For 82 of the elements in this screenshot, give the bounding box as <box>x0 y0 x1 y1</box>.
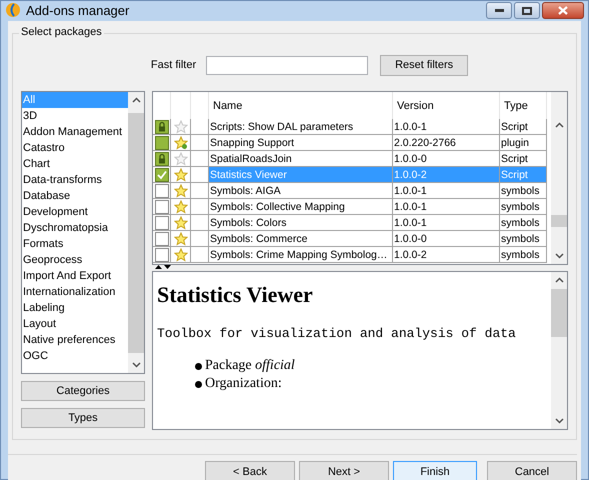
category-item[interactable]: Layout <box>22 316 128 332</box>
table-cell: 1.0.0-0 <box>393 231 500 247</box>
table-cell: Symbols: Commerce <box>209 231 393 247</box>
checkbox[interactable] <box>154 136 168 150</box>
scroll-down-icon[interactable] <box>132 362 140 368</box>
table-cell: Statistics Viewer <box>209 167 393 183</box>
checkbox[interactable] <box>154 184 168 198</box>
scroll-up-icon[interactable] <box>554 122 564 128</box>
table-cell: Symbols: Collective Mapping <box>209 199 393 215</box>
category-item[interactable]: Database <box>22 188 128 204</box>
table-cell: Symbols: Colors <box>209 215 393 231</box>
table-cell: Symbols: Crime Mapping Symbolog… <box>209 247 393 263</box>
table-cell: plugin <box>500 135 547 151</box>
category-item[interactable]: Native preferences <box>22 332 128 348</box>
scrollbar-thumb[interactable] <box>128 112 144 352</box>
group-title: Select packages <box>19 26 104 38</box>
scrollbar-thumb[interactable] <box>551 289 567 337</box>
table-cell: 1.0.0-1 <box>393 215 500 231</box>
close-button[interactable] <box>542 2 584 19</box>
table-cell: 1.0.0-1 <box>393 183 500 199</box>
filter-label: Fast filter <box>150 59 196 71</box>
wizard-button[interactable]: Finish <box>393 461 477 480</box>
checkbox[interactable] <box>154 232 168 246</box>
close-icon <box>558 6 568 15</box>
checkbox[interactable] <box>154 168 168 182</box>
bullet-icon <box>195 362 202 370</box>
wizard-button[interactable]: Next > <box>299 461 389 480</box>
table-cell: symbols <box>500 247 547 263</box>
checkbox[interactable] <box>154 200 168 214</box>
minimize-icon <box>494 9 504 12</box>
category-item[interactable]: Data-transforms <box>22 172 128 188</box>
category-item[interactable]: Addon Management <box>22 124 128 140</box>
minimize-button[interactable] <box>486 2 512 19</box>
checkbox[interactable] <box>154 248 168 262</box>
description-heading: Statistics Viewer <box>157 282 314 308</box>
checkbox[interactable] <box>154 152 168 166</box>
table-cell: Snapping Support <box>209 135 393 151</box>
table-cell: Script <box>500 167 547 183</box>
table-cell: 1.0.0-1 <box>393 199 500 215</box>
table-cell: symbols <box>500 183 547 199</box>
table-cell: Script <box>500 119 547 135</box>
restore-icon <box>522 6 532 14</box>
scroll-down-icon[interactable] <box>554 253 564 259</box>
category-item[interactable]: OGC <box>22 348 128 364</box>
scroll-down-icon[interactable] <box>554 418 564 424</box>
scroll-up-icon[interactable] <box>554 277 564 283</box>
category-item[interactable]: Geoprocess <box>22 252 128 268</box>
maximize-button[interactable] <box>514 2 540 19</box>
window-title: Add-ons manager <box>26 2 130 18</box>
fast-filter-field[interactable] <box>206 56 368 74</box>
table-cell: symbols <box>500 231 547 247</box>
reset-filters-button[interactable]: Reset filters <box>380 54 468 76</box>
category-item[interactable]: Labeling <box>22 300 128 316</box>
category-item[interactable]: Import And Export <box>22 268 128 284</box>
list-item: Package official <box>205 358 295 374</box>
table-cell: symbols <box>500 199 547 215</box>
category-item[interactable]: Development <box>22 204 128 220</box>
table-cell: 1.0.0-1 <box>393 119 500 135</box>
checkbox[interactable] <box>154 216 168 230</box>
description-text: Toolbox for visualization and analysis of data <box>157 326 517 341</box>
category-item[interactable]: Chart <box>22 156 128 172</box>
category-item[interactable]: Catastro <box>22 140 128 156</box>
wizard-button[interactable]: Cancel <box>487 461 577 480</box>
side-button[interactable]: Types <box>21 408 145 428</box>
checkbox[interactable] <box>154 120 168 134</box>
table-cell: 2.0.220-2766 <box>393 135 500 151</box>
app-icon <box>5 2 21 18</box>
wizard-button[interactable]: < Back <box>205 461 295 480</box>
scrollbar-thumb[interactable] <box>551 214 567 226</box>
category-item[interactable]: Formats <box>22 236 128 252</box>
side-button[interactable]: Categories <box>21 381 145 401</box>
table-cell: Symbols: AIGA <box>209 183 393 199</box>
category-item[interactable]: 3D <box>22 108 128 124</box>
table-cell: 1.0.0-2 <box>393 167 500 183</box>
table-cell: 1.0.0-2 <box>393 247 500 263</box>
table-cell: Scripts: Show DAL parameters <box>209 119 393 135</box>
category-item[interactable]: Internationalization <box>22 284 128 300</box>
scroll-up-icon[interactable] <box>132 97 140 103</box>
category-item[interactable]: Dyschromatopsia <box>22 220 128 236</box>
table-cell: symbols <box>500 215 547 231</box>
list-item: Organization: <box>205 376 282 392</box>
bullet-icon <box>195 380 202 388</box>
